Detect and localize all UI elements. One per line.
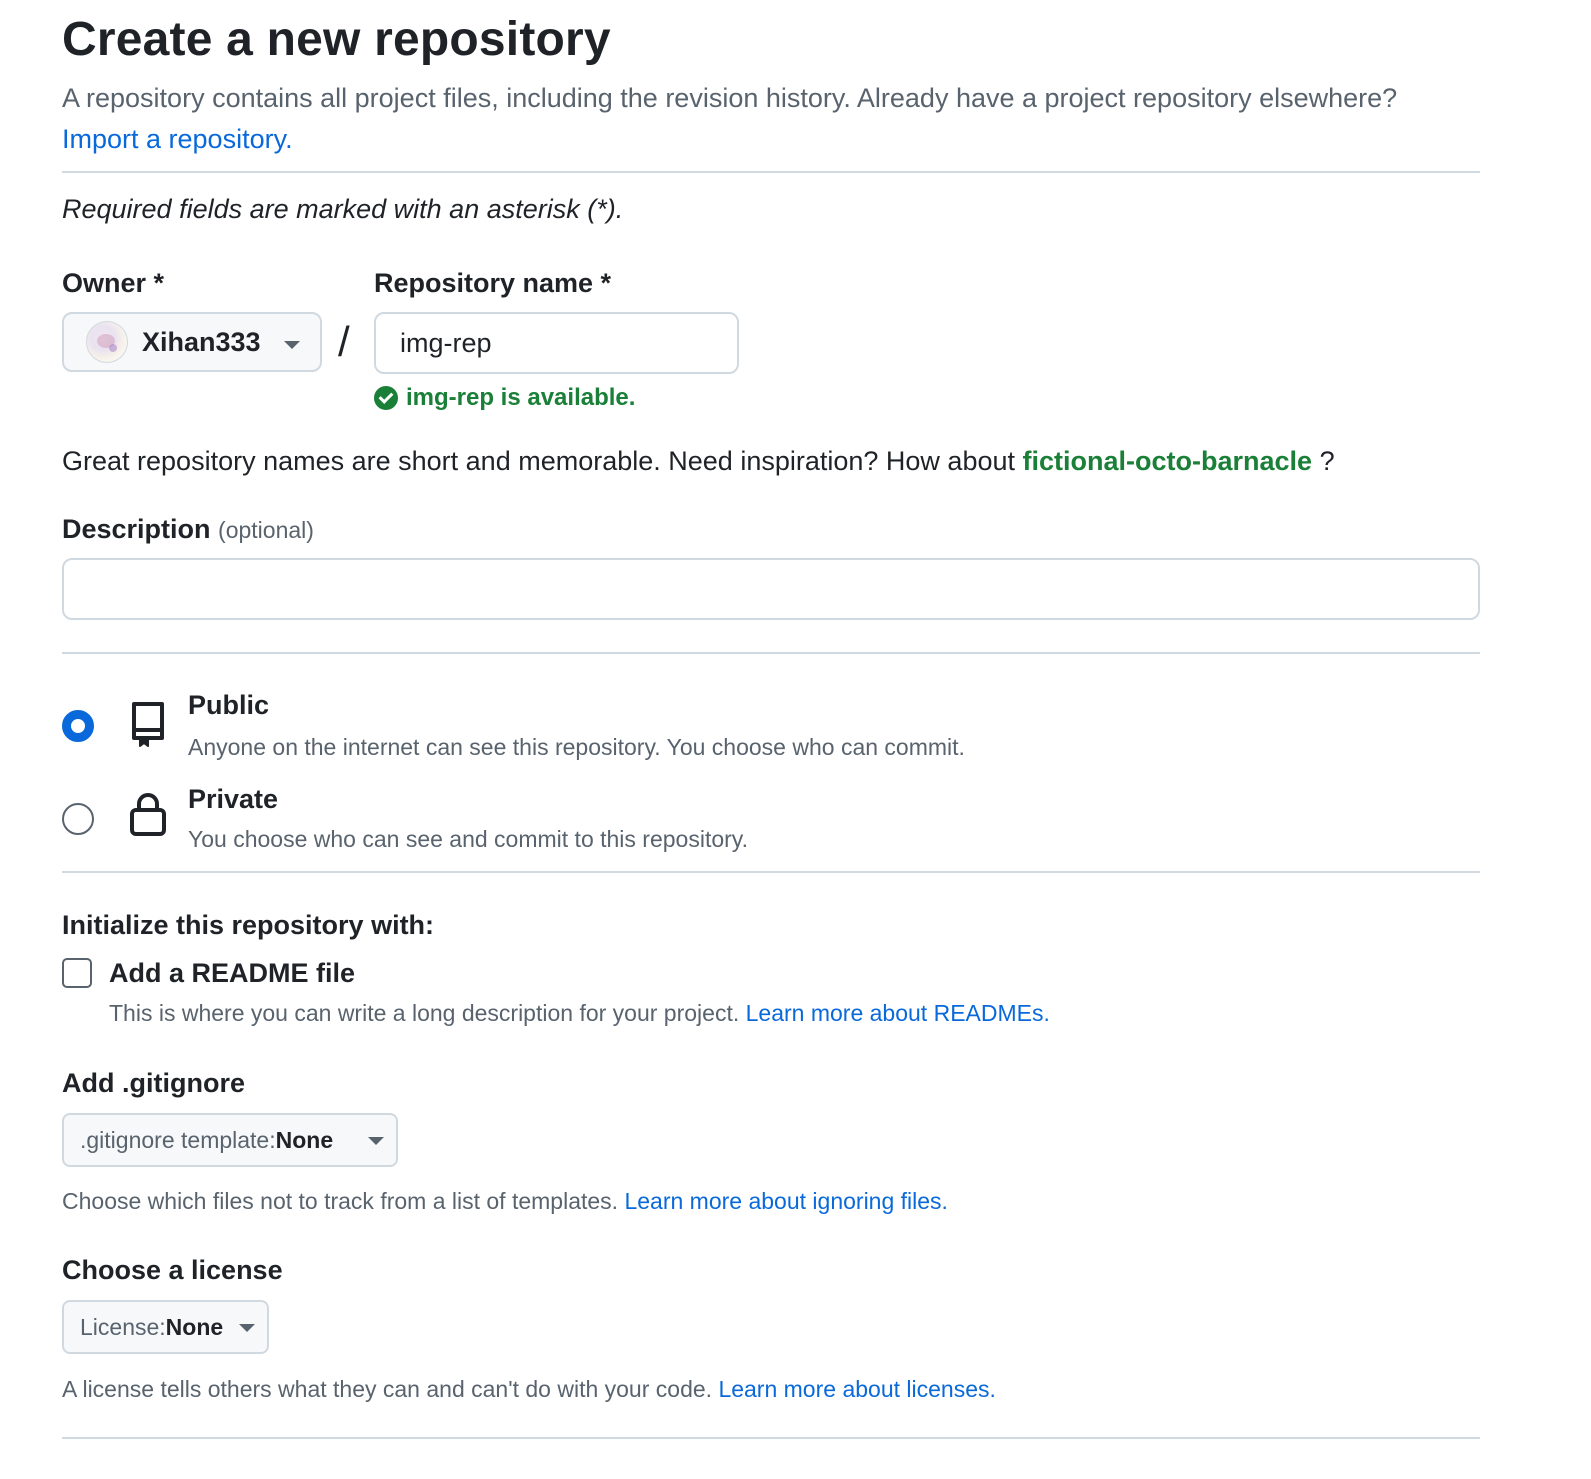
owner-repo-separator: / xyxy=(338,318,350,365)
check-circle-fill-icon xyxy=(374,386,398,410)
divider xyxy=(62,871,1480,873)
public-option-description: Anyone on the internet can see this repo… xyxy=(188,734,965,760)
readme-help-text: This is where you can write a long descr… xyxy=(109,1000,740,1026)
public-option-title: Public xyxy=(188,690,270,720)
triangle-down-icon xyxy=(368,1137,384,1145)
suggested-name-button[interactable]: fictional-octo-barnacle xyxy=(1023,446,1313,476)
gitignore-prefix: .gitignore template: xyxy=(80,1126,276,1153)
inspiration-text: Great repository names are short and mem… xyxy=(62,446,1015,476)
page-subtitle: A repository contains all project files,… xyxy=(62,78,1480,160)
add-readme-label[interactable]: Add a README file xyxy=(109,958,355,989)
owner-name: Xihan333 xyxy=(142,326,261,357)
owner-dropdown-button[interactable]: Xihan333 xyxy=(62,312,322,372)
learn-more-readmes-link[interactable]: Learn more about READMEs. xyxy=(746,1000,1050,1026)
initialize-heading: Initialize this repository with: xyxy=(62,910,435,940)
description-label-text: Description xyxy=(62,514,211,544)
gitignore-help: Choose which files not to track from a l… xyxy=(62,1188,948,1215)
triangle-down-icon xyxy=(284,341,300,349)
owner-label: Owner * xyxy=(62,268,165,298)
import-repository-link[interactable]: Import a repository. xyxy=(62,124,293,154)
repository-name-label: Repository name * xyxy=(374,268,612,298)
gitignore-help-text: Choose which files not to track from a l… xyxy=(62,1188,619,1214)
gitignore-template-dropdown[interactable]: .gitignore template: None xyxy=(62,1113,398,1167)
gitignore-heading: Add .gitignore xyxy=(62,1068,245,1098)
license-heading: Choose a license xyxy=(62,1255,283,1285)
lock-icon xyxy=(130,793,166,836)
required-fields-note: Required fields are marked with an aster… xyxy=(62,194,624,224)
license-prefix: License: xyxy=(80,1313,166,1340)
license-dropdown[interactable]: License: None xyxy=(62,1300,269,1354)
license-value: None xyxy=(165,1313,224,1340)
avatar xyxy=(86,321,128,363)
divider xyxy=(62,1437,1480,1439)
private-radio[interactable] xyxy=(62,803,94,835)
private-option-title: Private xyxy=(188,784,279,814)
learn-more-ignoring-files-link[interactable]: Learn more about ignoring files. xyxy=(624,1188,947,1214)
public-radio[interactable] xyxy=(62,710,94,742)
description-input[interactable] xyxy=(62,558,1480,620)
divider xyxy=(62,652,1480,654)
availability-text: img-rep is available. xyxy=(406,384,636,411)
name-availability-message: img-rep is available. xyxy=(374,384,635,412)
divider xyxy=(62,171,1480,173)
inspiration-suffix: ? xyxy=(1319,446,1335,476)
readme-help: This is where you can write a long descr… xyxy=(109,1000,1050,1027)
private-option-description: You choose who can see and commit to thi… xyxy=(188,826,748,852)
gitignore-value: None xyxy=(275,1126,334,1153)
license-help-text: A license tells others what they can and… xyxy=(62,1376,713,1402)
page-title: Create a new repository xyxy=(62,13,611,66)
license-help: A license tells others what they can and… xyxy=(62,1376,996,1403)
description-label: Description (optional) xyxy=(62,514,314,545)
learn-more-licenses-link[interactable]: Learn more about licenses. xyxy=(718,1376,995,1402)
optional-hint: (optional) xyxy=(218,517,314,543)
repo-icon xyxy=(132,702,164,747)
triangle-down-icon xyxy=(239,1324,255,1332)
subtitle-text: A repository contains all project files,… xyxy=(62,83,1398,113)
name-inspiration: Great repository names are short and mem… xyxy=(62,446,1335,477)
repository-name-input[interactable] xyxy=(374,312,739,374)
add-readme-checkbox[interactable] xyxy=(62,958,92,988)
